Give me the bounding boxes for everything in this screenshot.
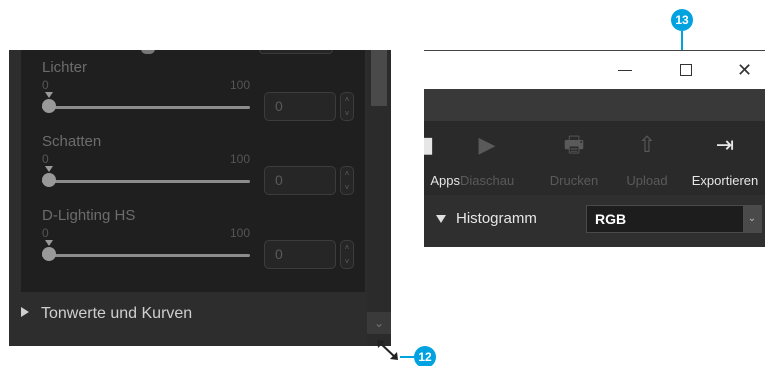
close-button[interactable]: ✕ — [727, 57, 763, 85]
spin-up-icon[interactable]: ˄ — [341, 167, 353, 181]
callout-badge-12: 12 — [414, 346, 436, 366]
toolbar-label: Exportieren — [691, 173, 759, 188]
value-spinner[interactable]: ˄ ˅ — [340, 240, 354, 269]
slider-track[interactable] — [42, 254, 250, 257]
printer-icon: 🖶 — [563, 132, 585, 157]
slider-min-label: 0 — [42, 78, 49, 92]
toolbar-upload[interactable]: ⇧ Upload — [622, 129, 672, 189]
slider-default-marker — [45, 166, 53, 172]
slider-label: Schatten — [42, 133, 102, 150]
previous-value-field[interactable] — [259, 50, 333, 54]
slider-max-label: 100 — [230, 226, 251, 240]
selected-channel: RGB — [595, 211, 627, 227]
value-spinner[interactable]: ˄ ˅ — [340, 92, 354, 121]
apps-icon: ▮ — [422, 132, 435, 157]
slider-default-marker — [45, 92, 53, 98]
toolbar-slideshow[interactable]: ▶ Diaschau — [460, 129, 514, 189]
maximize-icon — [680, 64, 692, 76]
callout-line — [400, 356, 414, 358]
toolbar-export[interactable]: ⇥ Exportieren — [686, 129, 764, 189]
slider-track[interactable] — [42, 180, 250, 183]
spin-down-icon[interactable]: ˅ — [341, 107, 353, 121]
slider-max-label: 100 — [230, 78, 251, 92]
spin-down-icon[interactable]: ˅ — [341, 255, 353, 269]
spin-down-icon[interactable]: ˅ — [341, 181, 353, 195]
menu-band — [424, 89, 765, 121]
toolbar-label: Diaschau — [460, 173, 515, 188]
slider-label: Lichter — [42, 59, 88, 76]
slider-thumb[interactable] — [42, 173, 56, 187]
spin-up-icon[interactable]: ˄ — [341, 241, 353, 255]
value-spinner[interactable]: ˄ ˅ — [340, 166, 354, 195]
toolbar-label: Apps — [430, 173, 460, 188]
slider-max-label: 100 — [230, 152, 251, 166]
export-icon: ⇥ — [715, 132, 735, 157]
slider-label: D-Lighting HS — [42, 207, 136, 224]
upload-icon: ⇧ — [637, 132, 657, 157]
section-label: Tonwerte und Kurven — [41, 305, 193, 322]
toolbar-label: Upload — [626, 173, 668, 188]
chevron-down-icon[interactable]: ⌄ — [743, 206, 761, 232]
toolbar-apps[interactable]: ▮ Apps — [420, 129, 460, 189]
expand-arrow-icon — [21, 307, 29, 317]
collapse-arrow-icon[interactable] — [436, 215, 446, 223]
slider-min-label: 0 — [42, 226, 49, 240]
slider-value-input[interactable]: 0 — [264, 92, 336, 121]
adjustments-panel: Lichter 0 100 0 ˄ ˅ Schatten 0 100 0 ˄ ˅… — [9, 50, 391, 346]
histogram-channel-select[interactable]: RGB ⌄ — [586, 205, 762, 233]
spin-up-icon[interactable]: ˄ — [341, 93, 353, 107]
section-tone-curves[interactable]: Tonwerte und Kurven — [21, 304, 192, 324]
slider-group-shadows: Schatten 0 100 0 ˄ ˅ — [42, 132, 362, 196]
slider-min-label: 0 — [42, 152, 49, 166]
histogram-label: Histogramm — [456, 210, 537, 227]
scroll-down-icon[interactable]: ⌄ — [367, 312, 391, 334]
slider-group-d-lighting: D-Lighting HS 0 100 0 ˄ ˅ — [42, 206, 362, 270]
resize-arrow-icon[interactable] — [374, 338, 402, 362]
minimize-button[interactable] — [606, 57, 642, 85]
maximize-button[interactable] — [669, 57, 705, 85]
callout-badge-13: 13 — [671, 9, 693, 31]
window-titlebar: ✕ — [424, 51, 765, 89]
previous-slider-thumb[interactable] — [141, 50, 155, 54]
slideshow-icon: ▶ — [478, 132, 496, 157]
slider-group-highlights: Lichter 0 100 0 ˄ ˅ — [42, 58, 362, 122]
slider-value-input[interactable]: 0 — [264, 166, 336, 195]
slider-track[interactable] — [42, 106, 250, 109]
toolbar-print[interactable]: 🖶 Drucken — [546, 129, 602, 189]
slider-value-input[interactable]: 0 — [264, 240, 336, 269]
scrollbar-thumb[interactable] — [371, 50, 387, 106]
close-icon: ✕ — [737, 60, 753, 80]
slider-thumb[interactable] — [42, 247, 56, 261]
slider-default-marker — [45, 240, 53, 246]
minimize-icon — [618, 70, 632, 71]
toolbar: ▮ Apps ▶ Diaschau 🖶 Drucken ⇧ Upload ⇥ E… — [422, 121, 765, 195]
slider-thumb[interactable] — [42, 99, 56, 113]
toolbar-label: Drucken — [549, 173, 599, 188]
histogram-row: Histogramm RGB ⌄ — [424, 195, 765, 247]
